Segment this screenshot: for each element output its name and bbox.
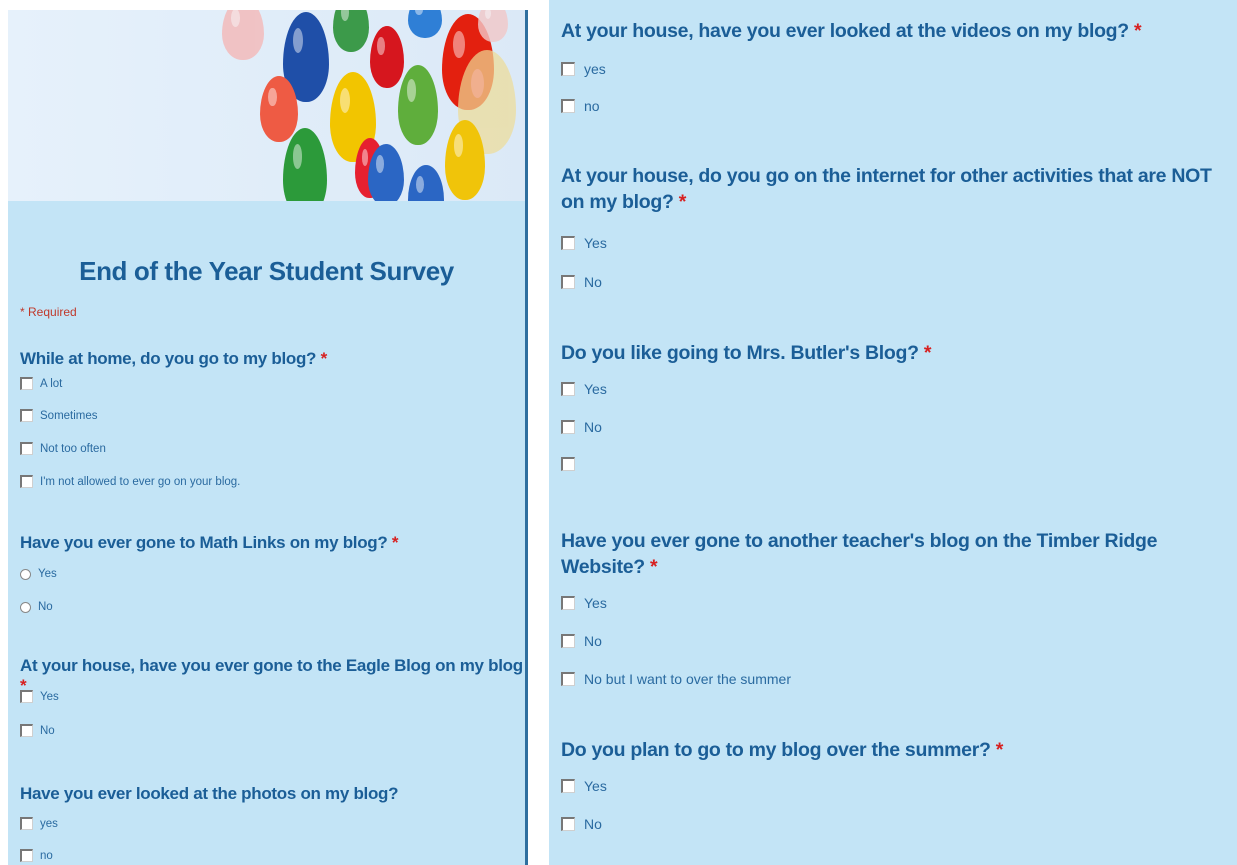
question-other-teacher-blog: Have you ever gone to another teacher's … <box>561 528 1231 580</box>
option-no-but-summer[interactable]: No but I want to over the summer <box>561 671 791 687</box>
checkbox-icon[interactable] <box>20 377 33 390</box>
question-like-blog: Do you like going to Mrs. Butler's Blog?… <box>561 340 1231 366</box>
option-yes[interactable]: Yes <box>561 381 607 397</box>
question-other-internet: At your house, do you go on the internet… <box>561 163 1231 215</box>
question-text: While at home, do you go to my blog? <box>20 349 317 368</box>
option-label: No <box>584 816 602 832</box>
survey-form-page-2: At your house, have you ever looked at t… <box>549 0 1237 865</box>
option-label: A lot <box>40 377 63 390</box>
checkbox-icon[interactable] <box>561 779 575 793</box>
checkbox-icon[interactable] <box>561 672 575 686</box>
question-text: At your house, have you ever looked at t… <box>561 20 1129 42</box>
required-star: * <box>391 533 399 552</box>
option-label: No but I want to over the summer <box>584 671 791 687</box>
question-text: Have you ever gone to Math Links on my b… <box>20 533 388 552</box>
checkbox-icon[interactable] <box>561 99 575 113</box>
option-blank[interactable] <box>561 457 584 471</box>
option-no[interactable]: No <box>20 724 55 737</box>
option-not-too-often[interactable]: Not too often <box>20 442 106 455</box>
required-star: * <box>650 556 658 578</box>
radio-icon[interactable] <box>20 601 31 613</box>
option-yes[interactable]: Yes <box>20 568 57 580</box>
option-yes[interactable]: Yes <box>561 778 607 794</box>
question-text: Have you ever looked at the photos on my… <box>20 784 399 803</box>
checkbox-icon[interactable] <box>561 275 575 289</box>
option-yes[interactable]: Yes <box>561 235 607 251</box>
option-not-allowed[interactable]: I'm not allowed to ever go on your blog. <box>20 475 240 488</box>
option-no[interactable]: no <box>561 98 600 114</box>
option-label: No <box>38 601 53 613</box>
required-star: * <box>995 739 1004 761</box>
checkbox-icon[interactable] <box>20 690 33 703</box>
checkbox-icon[interactable] <box>20 409 33 422</box>
option-label: yes <box>40 817 58 830</box>
question-photos: Have you ever looked at the photos on my… <box>20 784 399 804</box>
checkbox-icon[interactable] <box>561 62 575 76</box>
option-no[interactable]: No <box>561 419 602 435</box>
question-text: At your house, have you ever gone to the… <box>20 656 523 675</box>
option-label: Yes <box>40 690 59 703</box>
option-no[interactable]: No <box>20 601 53 613</box>
required-star: * <box>678 191 687 213</box>
question-videos: At your house, have you ever looked at t… <box>561 18 1231 44</box>
checkbox-icon[interactable] <box>561 236 575 250</box>
option-a-lot[interactable]: A lot <box>20 377 62 390</box>
checkbox-icon[interactable] <box>561 817 575 831</box>
checkbox-icon[interactable] <box>20 724 33 737</box>
option-label: Not too often <box>40 442 106 455</box>
option-label: Yes <box>584 381 607 397</box>
option-yes[interactable]: yes <box>20 817 58 830</box>
required-note: * Required <box>20 305 77 319</box>
checkbox-icon[interactable] <box>561 634 575 648</box>
checkbox-icon[interactable] <box>561 382 575 396</box>
option-label: No <box>584 633 602 649</box>
option-label: No <box>40 724 55 737</box>
option-label: yes <box>584 61 606 77</box>
question-text: At your house, do you go on the internet… <box>561 165 1212 213</box>
question-home-blog: While at home, do you go to my blog? * <box>20 349 327 369</box>
option-label: No <box>584 274 602 290</box>
question-math-links: Have you ever gone to Math Links on my b… <box>20 533 399 553</box>
balloons-banner <box>8 10 525 201</box>
required-star: * <box>1134 20 1142 42</box>
option-no[interactable]: No <box>561 633 602 649</box>
question-text: Do you like going to Mrs. Butler's Blog? <box>561 342 919 364</box>
checkbox-icon[interactable] <box>561 457 575 471</box>
option-label: I'm not allowed to ever go on your blog. <box>40 475 241 488</box>
option-label: no <box>40 849 53 862</box>
checkbox-icon[interactable] <box>561 420 575 434</box>
checkbox-icon[interactable] <box>561 596 575 610</box>
question-summer-blog: Do you plan to go to my blog over the su… <box>561 737 1231 763</box>
option-no[interactable]: no <box>20 849 53 862</box>
option-yes[interactable]: Yes <box>20 690 59 703</box>
radio-icon[interactable] <box>20 568 31 580</box>
option-yes[interactable]: Yes <box>561 595 607 611</box>
option-sometimes[interactable]: Sometimes <box>20 409 98 422</box>
survey-title: End of the Year Student Survey <box>79 256 454 286</box>
option-label: Yes <box>38 568 57 580</box>
checkbox-icon[interactable] <box>20 849 33 862</box>
checkbox-icon[interactable] <box>20 475 33 488</box>
option-label: Yes <box>584 778 607 794</box>
checkbox-icon[interactable] <box>20 817 33 830</box>
required-star: * <box>923 342 932 364</box>
option-no[interactable]: No <box>561 274 602 290</box>
option-yes[interactable]: yes <box>561 61 606 77</box>
question-text: Do you plan to go to my blog over the su… <box>561 739 991 761</box>
checkbox-icon[interactable] <box>20 442 33 455</box>
option-label: Sometimes <box>40 409 98 422</box>
survey-form-page-1: End of the Year Student Survey * Require… <box>8 10 528 865</box>
option-label: Yes <box>584 235 607 251</box>
option-label: Yes <box>584 595 607 611</box>
question-eagle-blog: At your house, have you ever gone to the… <box>20 656 525 696</box>
required-star: * <box>320 349 328 368</box>
option-label: no <box>584 98 600 114</box>
option-label: No <box>584 419 602 435</box>
option-no[interactable]: No <box>561 816 602 832</box>
